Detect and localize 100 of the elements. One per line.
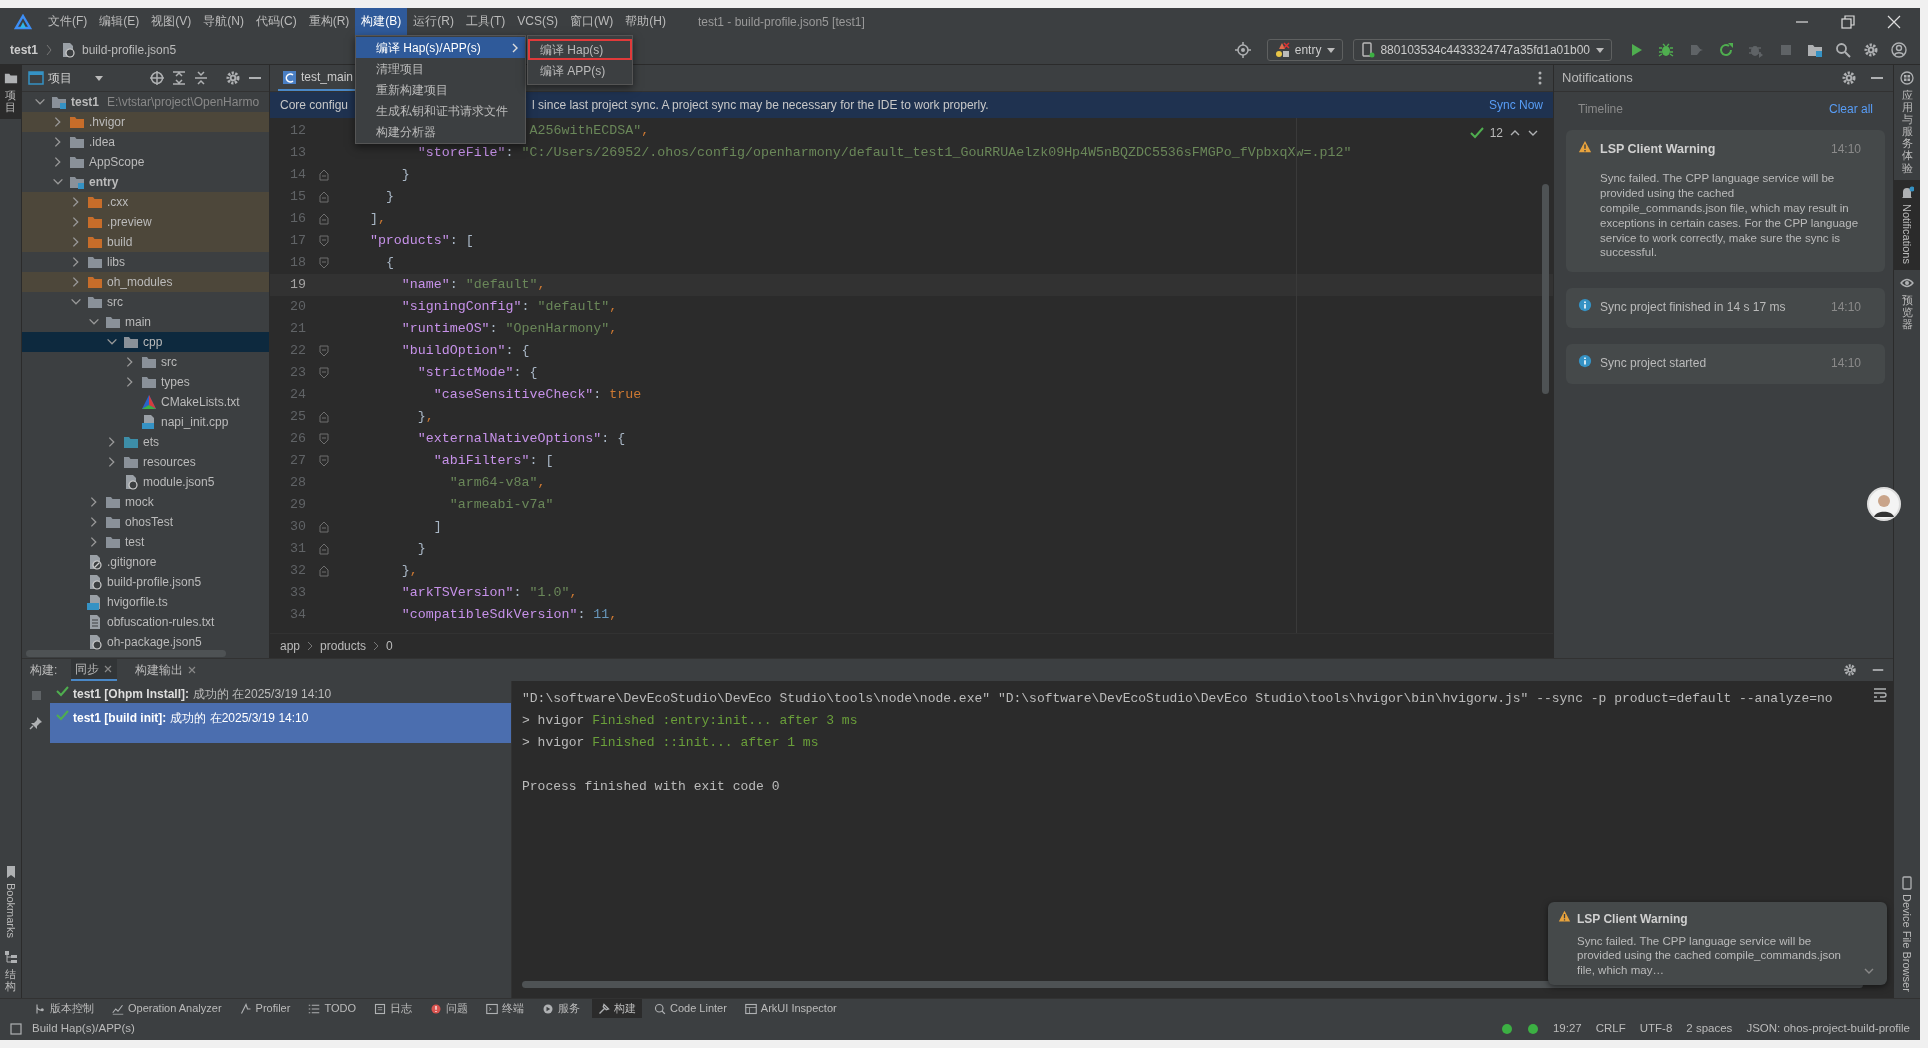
tool-window-button[interactable]: 终端 xyxy=(480,998,530,1019)
settings-icon[interactable] xyxy=(1843,663,1857,677)
status-item[interactable]: CRLF xyxy=(1595,1020,1626,1038)
tree-item[interactable]: src xyxy=(22,352,269,372)
tree-item[interactable]: libs xyxy=(22,252,269,272)
tree-item[interactable]: cpp xyxy=(22,332,269,352)
fold-marker-icon[interactable] xyxy=(319,411,329,423)
tree-item[interactable]: build xyxy=(22,232,269,252)
close-icon[interactable] xyxy=(103,664,114,674)
tool-window-tab[interactable]: 预览器 xyxy=(1894,269,1920,336)
tree-item[interactable]: main xyxy=(22,312,269,332)
build-task[interactable]: test1 [Ohpm Install]: 成功的 在2025/3/19 14:10 xyxy=(50,681,511,703)
tree-item[interactable]: resources xyxy=(22,452,269,472)
menu-item[interactable]: 构建分析器 xyxy=(356,121,525,142)
avatar-icon[interactable] xyxy=(1867,487,1901,521)
scrollbar[interactable] xyxy=(26,650,226,657)
tree-item[interactable]: obfuscation-rules.txt xyxy=(22,612,269,632)
account-icon[interactable] xyxy=(1891,41,1907,58)
bug-icon[interactable] xyxy=(1658,41,1674,58)
breadcrumb-item[interactable]: 0 xyxy=(386,637,393,655)
tree-item[interactable]: hvigorfile.ts xyxy=(22,592,269,612)
menu-item[interactable]: 编辑(E) xyxy=(93,8,146,35)
tree-item[interactable]: napi_init.cpp xyxy=(22,412,269,432)
tree-item[interactable]: .hvigor xyxy=(22,112,269,132)
fold-marker-icon[interactable] xyxy=(319,521,329,533)
fold-marker-icon[interactable] xyxy=(319,257,329,269)
status-item[interactable]: 19:27 xyxy=(1552,1020,1582,1038)
fold-marker-icon[interactable] xyxy=(319,367,329,379)
expand-all-icon[interactable] xyxy=(171,70,187,86)
menu-item[interactable]: 视图(V) xyxy=(145,8,198,35)
tool-window-tab[interactable]: 项目 xyxy=(0,65,21,120)
tool-window-button[interactable]: TODO xyxy=(302,998,362,1019)
fold-marker-icon[interactable] xyxy=(319,169,329,181)
panel-tab[interactable]: 同步 xyxy=(71,659,118,681)
tool-window-tab[interactable]: Notifications xyxy=(1894,179,1920,270)
pin-icon[interactable] xyxy=(29,716,43,730)
tool-window-tab[interactable]: 应用与服务体验 xyxy=(1894,65,1920,180)
tree-item[interactable]: oh_modules xyxy=(22,272,269,292)
restart-icon[interactable] xyxy=(1718,41,1734,58)
menu-item[interactable]: 帮助(H) xyxy=(619,8,672,35)
menu-item[interactable]: 清理项目 xyxy=(356,58,525,79)
status-item[interactable]: 2 spaces xyxy=(1686,1020,1733,1038)
tree-item[interactable]: mock xyxy=(22,492,269,512)
fold-marker-icon[interactable] xyxy=(319,433,329,445)
panel-toggle-icon[interactable] xyxy=(10,1023,22,1035)
search-icon[interactable] xyxy=(1835,41,1851,58)
fold-marker-icon[interactable] xyxy=(319,345,329,357)
fold-marker-icon[interactable] xyxy=(319,455,329,467)
tree-item[interactable]: oh-package.json5 xyxy=(22,632,269,650)
tool-window-button[interactable]: 版本控制 xyxy=(28,998,100,1019)
tree-item[interactable]: AppScope xyxy=(22,152,269,172)
module-dropdown[interactable]: entry xyxy=(1266,38,1344,61)
fold-marker-icon[interactable] xyxy=(319,235,329,247)
inspection-count[interactable]: 12 xyxy=(1489,124,1503,142)
status-item[interactable]: UTF-8 xyxy=(1639,1020,1673,1038)
tree-item[interactable]: module.json5 xyxy=(22,472,269,492)
tree-item[interactable]: .idea xyxy=(22,132,269,152)
tree-item[interactable]: ohosTest xyxy=(22,512,269,532)
menu-item[interactable]: 编译 Hap(s)/APP(s) xyxy=(356,37,525,58)
menu-item[interactable]: 导航(N) xyxy=(197,8,250,35)
target-icon[interactable] xyxy=(1234,41,1251,58)
file-name[interactable]: build-profile.json5 xyxy=(82,40,177,59)
tree-item[interactable]: .cxx xyxy=(22,192,269,212)
tree-item[interactable]: entry xyxy=(22,172,269,192)
fold-marker-icon[interactable] xyxy=(319,543,329,555)
menu-item[interactable]: 运行(R) xyxy=(407,8,460,35)
scrollbar[interactable] xyxy=(1542,184,1549,394)
build-task[interactable]: test1 [build init]: 成功的 在2025/3/19 14:10 xyxy=(50,703,511,743)
tool-window-tab[interactable]: 结构 xyxy=(0,943,21,998)
view-dropdown[interactable]: 项目 xyxy=(28,69,104,87)
tool-window-button[interactable]: Operation Analyzer xyxy=(106,998,228,1019)
menu-item[interactable]: 窗口(W) xyxy=(564,8,620,35)
device-dropdown[interactable]: 880103534c4433324747a35fd1a01b00 xyxy=(1353,38,1612,61)
tool-window-tab[interactable]: Bookmarks xyxy=(0,858,21,944)
tree-item[interactable]: .gitignore xyxy=(22,552,269,572)
tree-item[interactable]: ets xyxy=(22,432,269,452)
project-name[interactable]: test1 xyxy=(10,40,38,59)
settings-icon[interactable] xyxy=(1841,70,1857,86)
collapse-all-icon[interactable] xyxy=(193,70,209,86)
tool-window-button[interactable]: 日志 xyxy=(368,998,418,1019)
breadcrumb-item[interactable]: app xyxy=(280,637,301,655)
fold-marker-icon[interactable] xyxy=(319,213,329,225)
menu-item[interactable]: 编译 Hap(s) xyxy=(528,39,632,60)
menu-item[interactable]: 代码(C) xyxy=(250,8,303,35)
sync-now-link[interactable]: Sync Now xyxy=(1488,96,1543,114)
more-icon[interactable] xyxy=(1537,70,1543,86)
locate-icon[interactable] xyxy=(149,70,165,86)
menu-item[interactable]: VCS(S) xyxy=(511,8,564,35)
menu-item[interactable]: 构建(B) xyxy=(355,8,408,35)
tool-window-button[interactable]: Profiler xyxy=(233,998,297,1019)
tool-window-button[interactable]: 服务 xyxy=(536,998,586,1019)
tree-item[interactable]: types xyxy=(22,372,269,392)
settings-icon[interactable] xyxy=(225,70,241,86)
tree-item[interactable]: build-profile.json5 xyxy=(22,572,269,592)
soft-wrap-icon[interactable] xyxy=(1873,687,1887,703)
menu-item[interactable]: 重构(R) xyxy=(302,8,356,35)
breadcrumb-item[interactable]: products xyxy=(320,637,367,655)
tool-window-button[interactable]: Code Linter xyxy=(648,998,733,1019)
tool-window-tab[interactable]: Device File Browser xyxy=(1894,870,1920,998)
tree-item[interactable]: CMakeLists.txt xyxy=(22,392,269,412)
